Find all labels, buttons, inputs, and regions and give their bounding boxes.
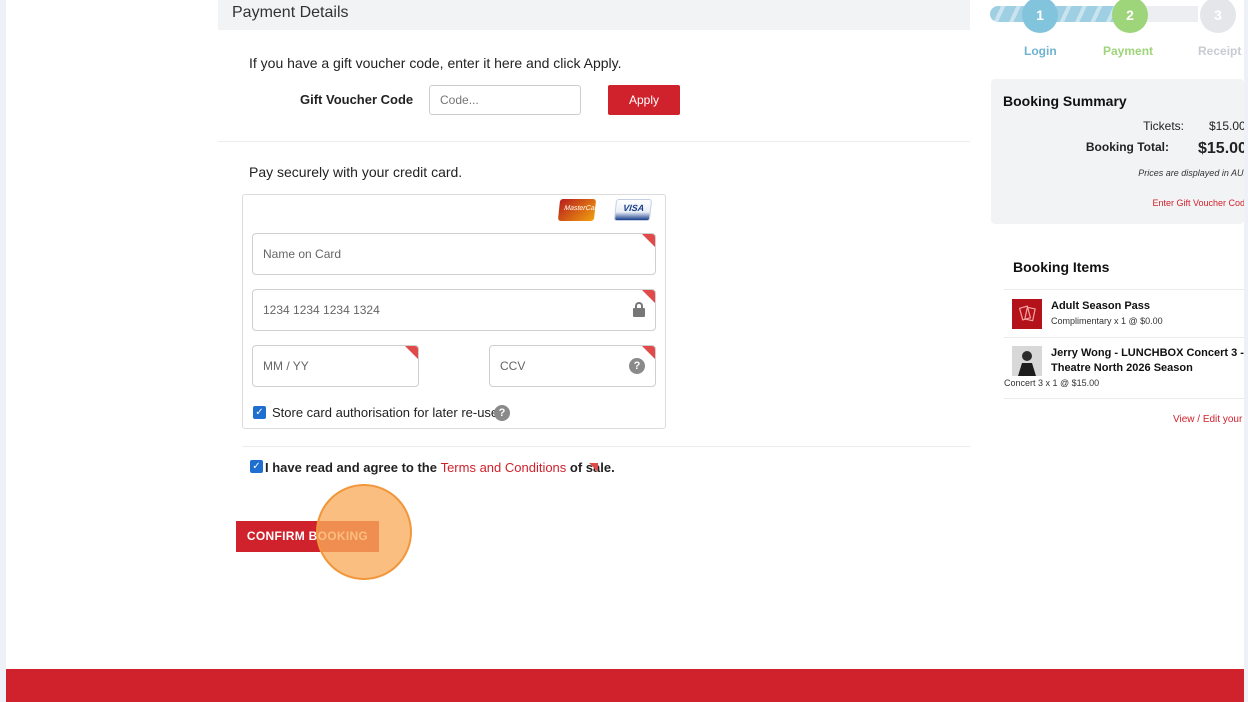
step-progress-bar <box>1144 6 1198 22</box>
gift-voucher-label: Gift Voucher Code <box>300 92 414 107</box>
expiry-placeholder: MM / YY <box>263 359 309 373</box>
click-highlight-indicator <box>316 484 412 580</box>
booking-total-value: $15.00 <box>1198 140 1244 157</box>
name-on-card-field[interactable]: Name on Card <box>252 233 656 275</box>
section-divider <box>218 141 970 142</box>
items-divider <box>1004 337 1244 338</box>
lock-icon <box>633 302 645 317</box>
checkout-stepper: 1 2 3 Login Payment Receipt <box>990 0 1244 70</box>
required-flag-icon <box>642 346 655 359</box>
booking-items-title: Booking Items <box>1013 259 1110 275</box>
ccv-placeholder: CCV <box>500 359 526 373</box>
season-pass-thumbnail <box>1012 299 1042 329</box>
required-flag-icon <box>405 346 418 359</box>
required-flag-icon <box>642 234 655 247</box>
terms-checkbox[interactable]: ✓ <box>250 460 263 473</box>
item-name-line-1: Jerry Wong - LUNCHBOX Concert 3 - <box>1051 347 1244 359</box>
step-1-label: Login <box>1024 44 1057 58</box>
step-progress-bar <box>1056 6 1118 22</box>
step-1-circle: 1 <box>1022 0 1058 33</box>
terms-prefix: I have read and agree to the <box>265 460 441 475</box>
booking-total-label: Booking Total: <box>1085 140 1169 154</box>
step-3-circle: 3 <box>1200 0 1236 33</box>
payment-details-header: Payment Details <box>218 0 970 30</box>
item-name-line-2: Theatre North 2026 Season <box>1051 362 1193 374</box>
expiry-field[interactable]: MM / YY <box>252 345 419 387</box>
terms-text: I have read and agree to the Terms and C… <box>265 460 615 475</box>
ccv-field[interactable]: CCV ? <box>489 345 656 387</box>
required-flag-icon <box>589 463 598 472</box>
tickets-label: Tickets: <box>1143 119 1184 133</box>
step-2-label: Payment <box>1103 44 1154 58</box>
booking-summary-panel: Booking Summary Tickets: $15.00 Booking … <box>991 79 1244 224</box>
booking-item: Jerry Wong - LUNCHBOX Concert 3 - Theatr… <box>1004 344 1244 396</box>
section-divider <box>242 446 970 447</box>
concert-thumbnail <box>1012 346 1042 376</box>
item-detail: Complimentary x 1 @ $0.00 <box>1051 316 1163 326</box>
visa-icon: VISA <box>613 199 653 221</box>
pay-securely-text: Pay securely with your credit card. <box>249 164 463 180</box>
store-card-label: Store card authorisation for later re-us… <box>272 405 499 420</box>
payment-details-title: Payment Details <box>232 4 349 21</box>
item-name: Adult Season Pass <box>1051 300 1151 312</box>
card-number-field[interactable]: 1234 1234 1234 1324 <box>252 289 656 331</box>
booking-summary-title: Booking Summary <box>1003 93 1127 109</box>
store-card-checkbox[interactable]: ✓ <box>253 406 266 419</box>
item-detail: Concert 3 x 1 @ $15.00 <box>1004 378 1100 388</box>
items-divider <box>1004 398 1244 399</box>
required-flag-icon <box>642 290 655 303</box>
step-3-label: Receipt <box>1198 44 1242 58</box>
voucher-prompt: If you have a gift voucher code, enter i… <box>249 55 622 71</box>
ccv-help-icon[interactable]: ? <box>629 358 645 374</box>
booking-item: Adult Season Pass Complimentary x 1 @ $0… <box>1004 296 1244 336</box>
step-2-circle: 2 <box>1112 0 1148 33</box>
mastercard-icon: MasterCard <box>557 199 601 221</box>
credit-card-form: MasterCard VISA Name on Card 1234 1234 1… <box>242 194 666 429</box>
card-number-placeholder: 1234 1234 1234 1324 <box>263 303 380 317</box>
tickets-value: $15.00 <box>1209 119 1244 133</box>
apply-voucher-button[interactable]: Apply <box>608 85 680 115</box>
store-card-help-icon[interactable]: ? <box>494 405 510 421</box>
footer-bar <box>6 669 1244 702</box>
name-on-card-placeholder: Name on Card <box>263 247 342 261</box>
gift-voucher-input[interactable] <box>429 85 581 115</box>
enter-voucher-link[interactable]: Enter Gift Voucher Code <box>1152 198 1244 208</box>
items-divider <box>1004 289 1244 290</box>
view-edit-link[interactable]: View / Edit your <box>1173 414 1242 425</box>
checkout-page: Payment Details If you have a gift vouch… <box>6 0 1244 702</box>
currency-note: Prices are displayed in AUD <box>1138 168 1244 178</box>
terms-link[interactable]: Terms and Conditions <box>441 460 567 475</box>
